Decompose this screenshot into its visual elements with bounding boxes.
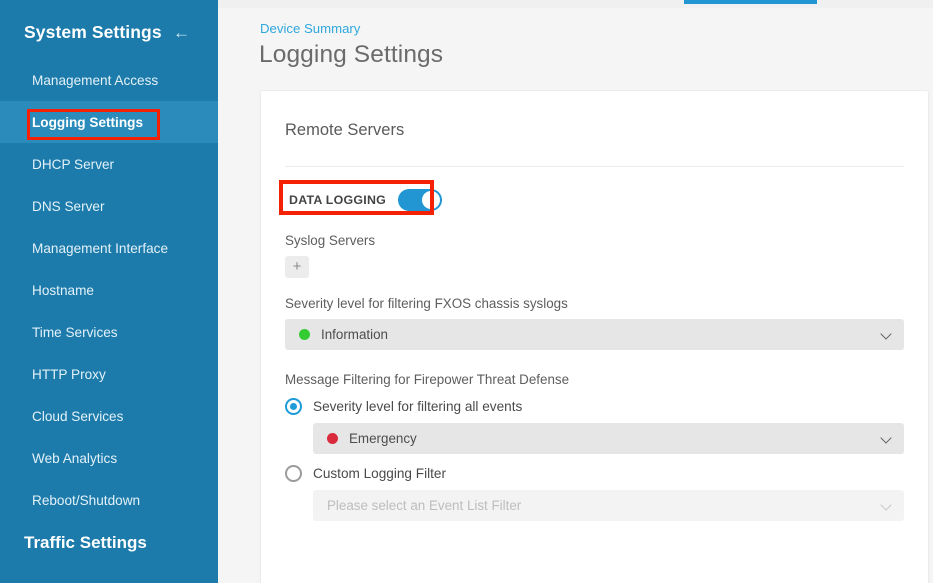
severity-dot-icon: [299, 329, 310, 340]
sidebar-item-label: DNS Server: [32, 198, 105, 214]
chevron-down-icon: [881, 433, 892, 444]
sidebar-title: System Settings: [24, 22, 162, 42]
plus-icon[interactable]: +: [285, 256, 309, 278]
radio-label: Custom Logging Filter: [313, 466, 446, 481]
sidebar-item-label: DHCP Server: [32, 156, 115, 172]
top-strip: [218, 0, 933, 8]
event-list-filter-dropdown[interactable]: Please select an Event List Filter: [313, 490, 904, 521]
top-progress-bar: [684, 0, 817, 4]
card-body: DATA LOGGING Syslog Servers + Severity l…: [261, 185, 928, 541]
sidebar-item-management-interface[interactable]: Management Interface: [0, 227, 218, 269]
sidebar-item-logging-settings[interactable]: Logging Settings: [0, 101, 218, 143]
sidebar-item-http-proxy[interactable]: HTTP Proxy: [0, 353, 218, 395]
switch-knob: [422, 191, 441, 209]
sidebar-header: System Settings ←: [0, 0, 218, 59]
sidebar-item-time-services[interactable]: Time Services: [0, 311, 218, 353]
severity-dot-icon: [327, 433, 338, 444]
application-window: System Settings ← Management Access Logg…: [0, 0, 933, 583]
main-content: Device Summary Logging Settings Remote S…: [218, 8, 933, 583]
all-events-severity-value: Emergency: [349, 431, 417, 446]
event-list-filter-placeholder: Please select an Event List Filter: [327, 498, 522, 513]
sidebar-item-web-analytics[interactable]: Web Analytics: [0, 437, 218, 479]
data-logging-toggle-row[interactable]: DATA LOGGING: [285, 185, 450, 215]
radio-button-icon[interactable]: [285, 398, 302, 415]
remote-servers-card: Remote Servers DATA LOGGING Syslog Serve…: [260, 90, 929, 583]
all-events-severity-dropdown[interactable]: Emergency: [313, 423, 904, 454]
fxos-severity-dropdown[interactable]: Information: [285, 319, 904, 350]
sidebar-item-label: Reboot/Shutdown: [32, 492, 141, 508]
sidebar-item-hostname[interactable]: Hostname: [0, 269, 218, 311]
data-logging-switch[interactable]: [398, 189, 443, 211]
sidebar-item-reboot-shutdown[interactable]: Reboot/Shutdown: [0, 479, 218, 521]
sidebar-item-dns-server[interactable]: DNS Server: [0, 185, 218, 227]
radio-label: Severity level for filtering all events: [313, 399, 523, 414]
sidebar-item-label: Hostname: [32, 282, 94, 298]
card-title: Remote Servers: [285, 121, 405, 139]
arrow-left-icon[interactable]: ←: [163, 24, 194, 41]
sidebar-item-dhcp-server[interactable]: DHCP Server: [0, 143, 218, 185]
sidebar-item-label: Cloud Services: [32, 408, 124, 424]
fxos-severity-label: Severity level for filtering FXOS chassi…: [285, 296, 568, 311]
chevron-down-icon: [881, 329, 892, 340]
radio-button-icon[interactable]: [285, 465, 302, 482]
sidebar-item-management-access[interactable]: Management Access: [0, 59, 218, 101]
sidebar-item-label: Management Access: [32, 72, 159, 88]
radio-severity-level-all-events[interactable]: Severity level for filtering all events: [285, 398, 904, 415]
chevron-down-icon: [881, 500, 892, 511]
fxos-severity-value: Information: [321, 327, 388, 342]
sidebar-item-label: Management Interface: [32, 240, 169, 256]
page-title: Logging Settings: [259, 41, 444, 68]
breadcrumb-device-summary[interactable]: Device Summary: [260, 21, 360, 36]
sidebar-navigation: System Settings ← Management Access Logg…: [0, 0, 218, 583]
sidebar-item-list: Management Access Logging Settings DHCP …: [0, 59, 218, 521]
card-divider: [285, 166, 904, 167]
data-logging-label: DATA LOGGING: [289, 193, 387, 207]
sidebar-item-label: Web Analytics: [32, 450, 118, 466]
sidebar-group-traffic-settings[interactable]: Traffic Settings: [0, 521, 218, 565]
sidebar-item-label: Time Services: [32, 324, 118, 340]
sidebar-item-cloud-services[interactable]: Cloud Services: [0, 395, 218, 437]
sidebar-item-label: HTTP Proxy: [32, 366, 106, 382]
sidebar-item-label: Logging Settings: [32, 114, 144, 130]
message-filtering-label: Message Filtering for Firepower Threat D…: [285, 372, 570, 387]
radio-custom-logging-filter[interactable]: Custom Logging Filter: [285, 465, 904, 482]
syslog-servers-label: Syslog Servers: [285, 233, 376, 248]
